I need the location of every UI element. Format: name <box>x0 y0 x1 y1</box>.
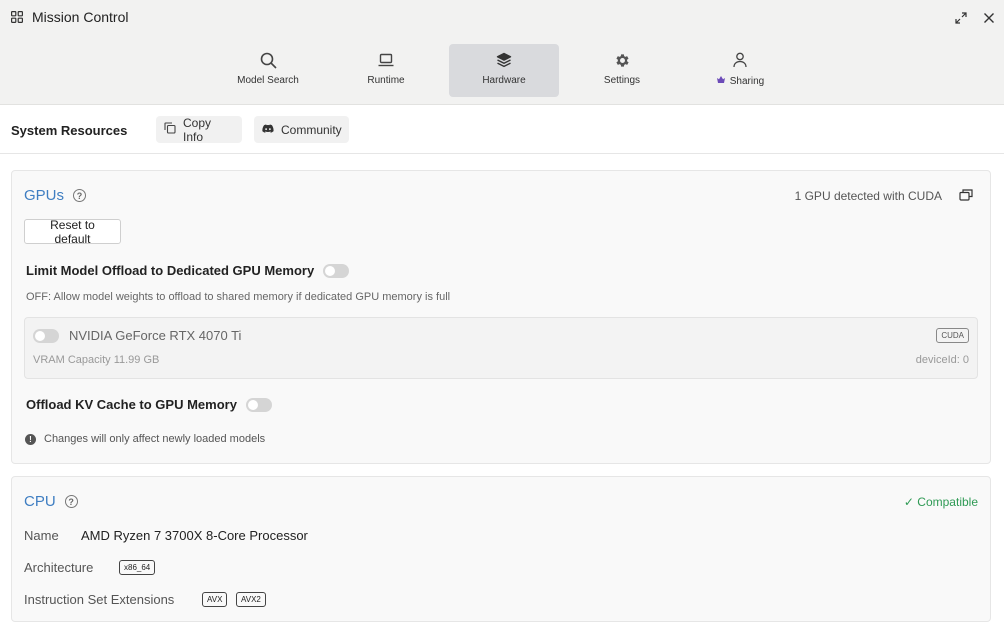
tab-label: Model Search <box>237 75 299 86</box>
community-label: Community <box>281 122 342 137</box>
changes-note: ! Changes will only affect newly loaded … <box>25 433 265 445</box>
gpu-device-card: NVIDIA GeForce RTX 4070 Ti CUDA VRAM Cap… <box>24 317 978 379</box>
architecture-badge: x86_64 <box>119 560 156 575</box>
tab-label: Sharing <box>729 75 765 87</box>
changes-note-text: Changes will only affect newly loaded mo… <box>44 433 266 445</box>
limit-offload-label: Limit Model Offload to Dedicated GPU Mem… <box>26 263 315 278</box>
gpu-title-text: GPUs <box>24 187 65 204</box>
gpu-detected-text: 1 GPU detected with CUDA <box>794 189 942 203</box>
tab-label-with-icon: Sharing <box>716 75 764 87</box>
user-icon <box>733 51 747 69</box>
gear-icon <box>614 51 631 69</box>
system-resources-bar: System Resources Copy Info Community <box>0 106 1004 154</box>
close-button[interactable] <box>981 12 997 28</box>
tab-label: Runtime <box>367 75 405 86</box>
gpu-device-name: NVIDIA GeForce RTX 4070 Ti <box>69 328 242 343</box>
extension-badge: AVX2 <box>236 592 266 607</box>
cpu-panel: CPU ? ✓ Compatible Name AMD Ryzen 7 3700… <box>11 476 991 622</box>
copy-info-label: Copy Info <box>183 115 212 144</box>
limit-offload-toggle[interactable] <box>323 263 350 278</box>
window-title-text: Mission Control <box>32 9 129 25</box>
search-icon <box>260 51 277 69</box>
kv-cache-option: Offload KV Cache to GPU Memory <box>26 397 272 412</box>
help-icon[interactable]: ? <box>73 189 87 202</box>
reset-to-default-button[interactable]: Reset to default <box>24 218 121 246</box>
cpu-title: CPU ? <box>24 493 78 510</box>
discord-icon <box>262 123 274 137</box>
compatible-status: ✓ Compatible <box>903 495 978 509</box>
title-bar: Mission Control Model Search Runtime Har… <box>0 0 1004 105</box>
gpu-panel: GPUs ? 1 GPU detected with CUDA Reset to… <box>11 170 991 464</box>
mascot-icon <box>716 75 726 87</box>
grid-icon <box>11 11 23 23</box>
expand-icon <box>955 11 967 29</box>
tab-settings[interactable]: Settings <box>567 44 677 97</box>
tab-runtime[interactable]: Runtime <box>331 44 441 97</box>
tab-hardware[interactable]: Hardware <box>449 44 559 97</box>
cuda-badge: CUDA <box>936 328 969 343</box>
limit-offload-option: Limit Model Offload to Dedicated GPU Mem… <box>26 263 350 278</box>
device-id: deviceId: 0 <box>915 354 969 366</box>
main-nav: Model Search Runtime Hardware Settings S… <box>213 44 803 97</box>
limit-offload-description: OFF: Allow model weights to offload to s… <box>26 291 451 303</box>
gpu-device-row: NVIDIA GeForce RTX 4070 Ti <box>33 328 241 343</box>
open-external-icon[interactable] <box>959 188 973 206</box>
tab-model-search[interactable]: Model Search <box>213 44 323 97</box>
cpu-name-value: AMD Ryzen 7 3700X 8-Core Processor <box>81 528 308 543</box>
laptop-icon <box>378 51 394 69</box>
vram-capacity: VRAM Capacity 11.99 GB <box>33 354 160 366</box>
window-title: Mission Control <box>11 8 128 26</box>
expand-button[interactable] <box>953 12 969 28</box>
gpu-device-toggle[interactable] <box>33 328 59 343</box>
kv-cache-label: Offload KV Cache to GPU Memory <box>26 397 237 412</box>
layers-icon <box>496 51 512 69</box>
help-icon[interactable]: ? <box>64 495 78 508</box>
kv-cache-toggle[interactable] <box>245 397 272 412</box>
extension-badge: AVX <box>202 592 228 607</box>
community-button[interactable]: Community <box>254 116 349 143</box>
gpu-title: GPUs ? <box>24 187 87 204</box>
extensions-label: Instruction Set Extensions <box>24 592 175 607</box>
section-title: System Resources <box>11 123 128 138</box>
tab-label: Hardware <box>482 75 526 86</box>
close-icon <box>983 11 995 29</box>
copy-icon <box>164 122 176 137</box>
cpu-name-label: Name <box>24 528 59 543</box>
tab-label: Settings <box>603 75 641 86</box>
cpu-title-text: CPU <box>24 493 56 510</box>
architecture-label: Architecture <box>24 560 94 575</box>
tab-sharing[interactable]: Sharing <box>685 44 795 97</box>
copy-info-button[interactable]: Copy Info <box>156 115 242 144</box>
alert-icon: ! <box>25 433 36 445</box>
